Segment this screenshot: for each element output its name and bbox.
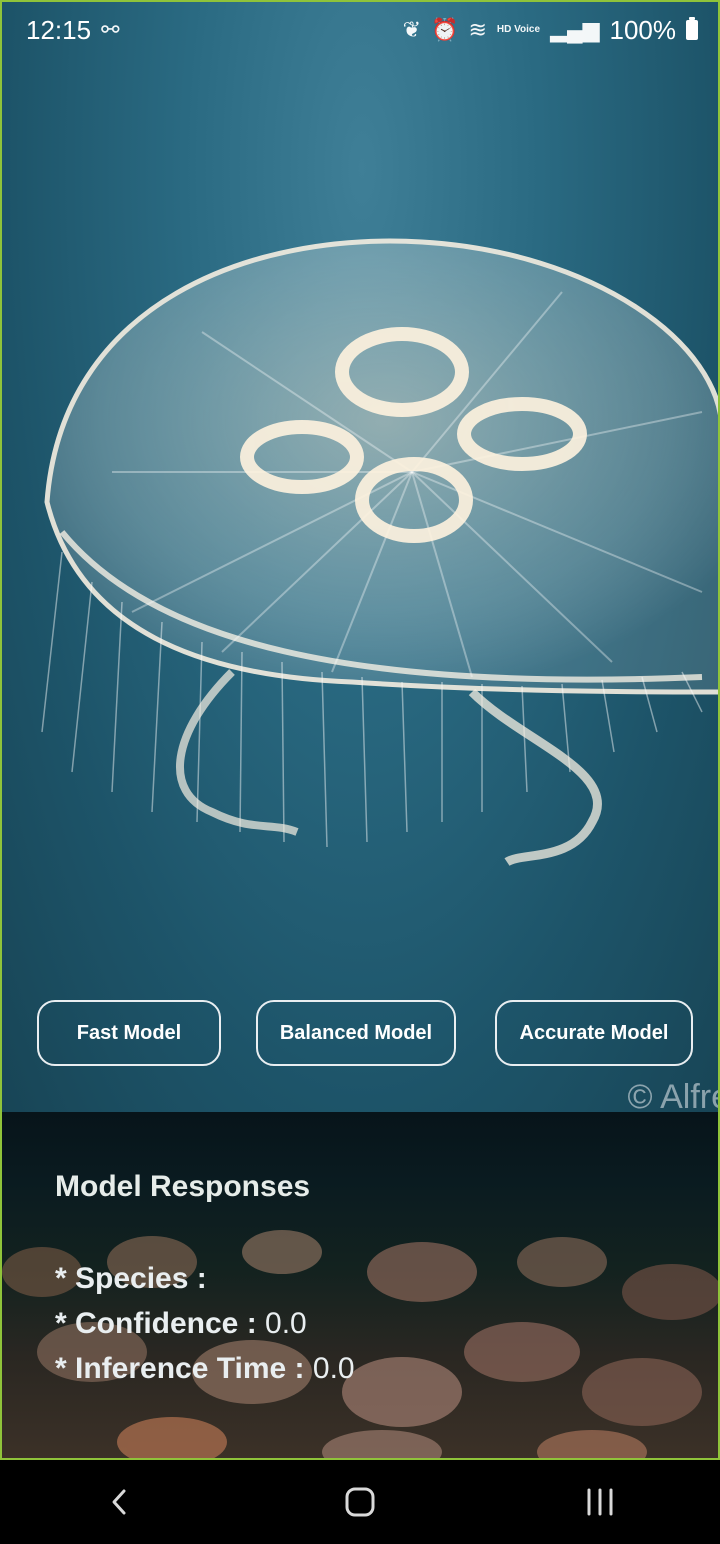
system-navigation-bar — [0, 1460, 720, 1544]
recents-button[interactable] — [540, 1472, 660, 1532]
species-row: * Species : — [55, 1262, 207, 1296]
confidence-value: 0.0 — [265, 1307, 307, 1340]
status-time: 12:15 — [26, 14, 92, 45]
back-icon — [112, 1489, 126, 1515]
model-selector: Fast Model Balanced Model Accurate Model — [2, 1000, 718, 1070]
app-frame: 12:15 ⚯ ❦ ⏰ ≋ HD Voice ▂▄▆ 100% Fast Mod… — [0, 0, 720, 1460]
wifi-icon: ≋ — [468, 17, 487, 42]
species-label: * Species : — [55, 1262, 207, 1295]
jellyfish-image: 12:15 ⚯ ❦ ⏰ ≋ HD Voice ▂▄▆ 100% Fast Mod… — [2, 2, 718, 1116]
responses-title: Model Responses — [55, 1170, 311, 1203]
inference-time-label: * Inference Time : — [55, 1352, 305, 1385]
back-button[interactable] — [60, 1472, 180, 1532]
fast-model-button[interactable]: Fast Model — [37, 1000, 221, 1066]
battery-icon — [686, 17, 698, 40]
hd-voice-icon: HD Voice — [496, 24, 541, 35]
recents-icon — [587, 1488, 613, 1516]
jellyfish-illustration — [41, 238, 718, 867]
link-icon: ⚯ — [101, 17, 120, 42]
battery-text: 100% — [609, 14, 677, 45]
signal-icon: ▂▄▆ — [550, 17, 600, 42]
balanced-model-button[interactable]: Balanced Model — [256, 1000, 456, 1066]
home-button[interactable] — [300, 1472, 420, 1532]
inference-time-value: 0.0 — [312, 1352, 355, 1385]
status-bar: 12:15 ⚯ ❦ ⏰ ≋ HD Voice ▂▄▆ 100% — [2, 2, 718, 58]
confidence-row: * Confidence : 0.0 — [55, 1307, 307, 1341]
home-icon — [345, 1487, 375, 1517]
inference-time-row: * Inference Time : 0.0 — [55, 1352, 355, 1386]
alarm-icon: ⏰ — [431, 17, 459, 42]
model-responses-panel: Model Responses * Species : * Confidence… — [2, 1112, 718, 1458]
confidence-label: * Confidence : — [55, 1307, 257, 1340]
accurate-model-button[interactable]: Accurate Model — [495, 1000, 693, 1066]
leaf-icon: ❦ — [402, 17, 422, 42]
